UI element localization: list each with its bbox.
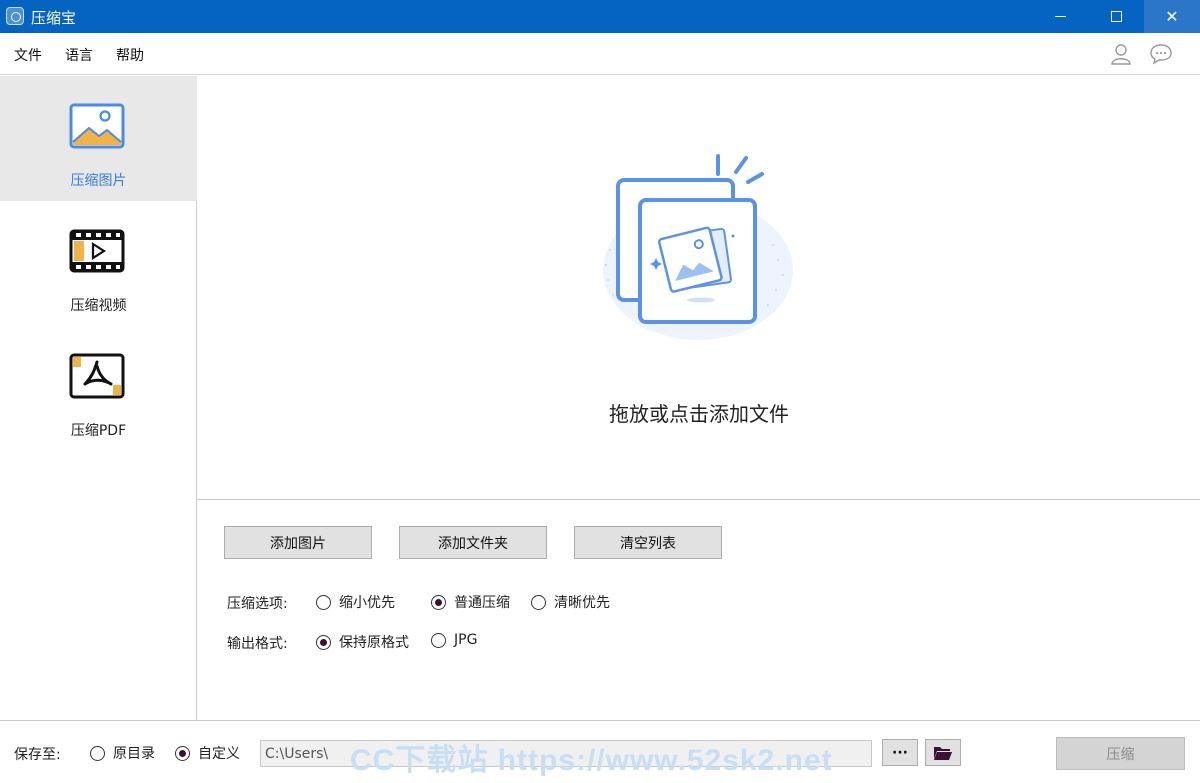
radio-label: JPG (454, 632, 478, 648)
menu-file[interactable]: 文件 (14, 45, 42, 65)
radio-indicator (316, 594, 331, 610)
radio-indicator (531, 594, 546, 610)
open-folder-button[interactable] (925, 739, 961, 766)
radio-jpg[interactable]: JPG (431, 632, 477, 648)
window-title: 压缩宝 (31, 9, 77, 27)
radio-indicator (431, 632, 446, 648)
clear-list-button[interactable]: 清空列表 (574, 526, 722, 559)
radio-custom-dir[interactable]: 自定义 (175, 743, 240, 763)
menu-help[interactable]: 帮助 (116, 45, 144, 65)
close-button[interactable]: ✕ (1144, 0, 1200, 33)
title-bar: 压缩宝 ✕ (0, 0, 1200, 33)
sidebar-item-label: 压缩PDF (70, 423, 127, 439)
sidebar-item-label: 压缩视频 (70, 298, 127, 314)
browse-more-button[interactable]: ··· (882, 739, 918, 766)
save-to-label: 保存至: (14, 747, 61, 763)
close-icon: ✕ (1165, 7, 1179, 26)
maximize-icon (1110, 11, 1122, 22)
minimize-icon (1054, 16, 1066, 17)
radio-label: 自定义 (198, 746, 240, 762)
sidebar-item-compress-image[interactable]: 压缩图片 (0, 76, 197, 201)
radio-label: 缩小优先 (339, 595, 395, 611)
output-path-field[interactable] (260, 740, 872, 767)
minimize-button[interactable] (1032, 0, 1088, 33)
radio-label: 清晰优先 (554, 595, 610, 611)
output-format-label: 输出格式: (227, 636, 288, 652)
sidebar-item-label: 压缩图片 (70, 173, 127, 189)
pdf-icon (69, 353, 125, 399)
radio-label: 普通压缩 (454, 595, 510, 611)
menu-bar: 文件 语言 帮助 (0, 33, 1200, 75)
sidebar-item-compress-video[interactable]: 压缩视频 (0, 201, 197, 326)
radio-label: 原目录 (113, 746, 155, 762)
radio-indicator (431, 594, 446, 610)
radio-quality-priority[interactable]: 清晰优先 (531, 592, 610, 612)
radio-indicator (90, 745, 105, 761)
drop-hint-text: 拖放或点击添加文件 (609, 402, 789, 426)
chat-icon[interactable] (1149, 43, 1173, 65)
radio-size-priority[interactable]: 缩小优先 (316, 592, 395, 612)
bottom-bar: 保存至: 原目录 自定义 CC下载站 https://www.52sk2.net… (0, 720, 1200, 783)
radio-label: 保持原格式 (339, 635, 409, 651)
app-logo-icon (6, 7, 24, 25)
menu-language[interactable]: 语言 (65, 45, 93, 65)
film-icon (69, 229, 125, 273)
radio-normal-compress[interactable]: 普通压缩 (431, 592, 510, 612)
radio-indicator (316, 634, 331, 650)
radio-indicator (175, 745, 190, 761)
compress-options-label: 压缩选项: (227, 596, 288, 612)
user-icon[interactable] (1110, 43, 1132, 65)
image-icon (69, 103, 125, 149)
compress-button[interactable]: 压缩 (1056, 737, 1185, 770)
radio-keep-format[interactable]: 保持原格式 (316, 632, 409, 652)
options-panel: 添加图片 添加文件夹 清空列表 压缩选项: 缩小优先 普通压缩 清晰优先 输出格… (198, 501, 1200, 720)
maximize-button[interactable] (1088, 0, 1144, 33)
add-folder-button[interactable]: 添加文件夹 (399, 526, 547, 559)
folder-open-icon (934, 746, 952, 760)
radio-original-dir[interactable]: 原目录 (90, 743, 155, 763)
add-images-button[interactable]: 添加图片 (224, 526, 372, 559)
sidebar: 压缩图片 压缩视频 压缩PDF (0, 76, 197, 720)
file-drop-zone[interactable]: 拖放或点击添加文件 (198, 76, 1200, 500)
add-files-illustration (603, 154, 793, 340)
sidebar-item-compress-pdf[interactable]: 压缩PDF (0, 326, 197, 451)
